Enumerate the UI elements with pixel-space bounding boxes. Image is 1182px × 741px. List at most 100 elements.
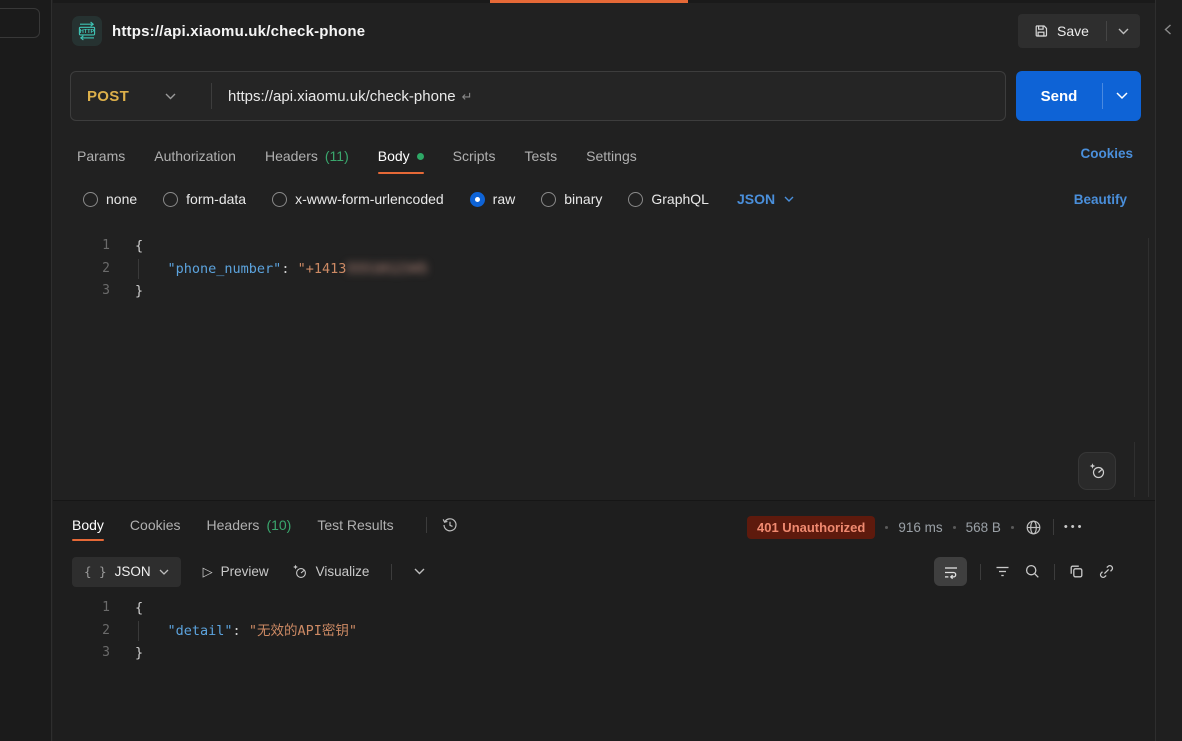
return-glyph: ↵ bbox=[462, 89, 473, 104]
tab-tests[interactable]: Tests bbox=[524, 138, 557, 174]
divider bbox=[426, 517, 427, 533]
radio-label: raw bbox=[493, 191, 516, 207]
line-number: 1 bbox=[53, 235, 110, 258]
radio-label: binary bbox=[564, 191, 602, 207]
braces-icon: { } bbox=[84, 564, 107, 579]
code-line[interactable]: 2 "phone_number": "+14135551012345 bbox=[53, 258, 1147, 281]
code-line[interactable]: 1{ bbox=[53, 235, 1147, 258]
link-icon[interactable] bbox=[1098, 563, 1115, 580]
save-button-main[interactable]: Save bbox=[1018, 14, 1106, 48]
radio-icon bbox=[470, 192, 485, 207]
history-icon[interactable] bbox=[441, 516, 459, 534]
tab-params[interactable]: Params bbox=[77, 138, 125, 174]
collapse-panel-button[interactable] bbox=[1164, 24, 1172, 35]
request-title: https://api.xiaomu.uk/check-phone bbox=[112, 23, 365, 40]
response-format-dropdown[interactable]: { } JSON bbox=[72, 557, 181, 587]
radio-icon bbox=[628, 192, 643, 207]
body-type-raw[interactable]: raw bbox=[470, 191, 516, 207]
body-type-options: none form-data x-www-form-urlencoded raw bin… bbox=[83, 186, 794, 212]
body-type-form-data[interactable]: form-data bbox=[163, 191, 246, 207]
code-line[interactable]: 2 "detail": "无效的API密钥" bbox=[53, 620, 1147, 643]
cookies-link[interactable]: Cookies bbox=[1080, 146, 1133, 161]
code-text: } bbox=[110, 280, 143, 303]
body-type-binary[interactable]: binary bbox=[541, 191, 602, 207]
response-tab-headers[interactable]: Headers(10) bbox=[207, 508, 292, 541]
body-type-none[interactable]: none bbox=[83, 191, 137, 207]
play-icon: ▷ bbox=[203, 564, 213, 580]
body-type-x-www-form-urlencoded[interactable]: x-www-form-urlencoded bbox=[272, 191, 444, 207]
code-line[interactable]: 3} bbox=[53, 642, 1147, 665]
tab-label: Body bbox=[378, 148, 410, 164]
response-tab-body[interactable]: Body bbox=[72, 508, 104, 541]
editor-scrollbar-track-inner bbox=[1134, 442, 1135, 497]
tab-count-badge: (11) bbox=[325, 148, 349, 164]
save-icon bbox=[1033, 23, 1049, 39]
visualize-label: Visualize bbox=[316, 564, 370, 579]
send-button[interactable]: Send bbox=[1016, 71, 1141, 121]
radio-label: none bbox=[106, 191, 137, 207]
code-text: "phone_number": "+14135551012345 bbox=[110, 258, 428, 281]
chevron-down-icon bbox=[1118, 28, 1129, 35]
save-button[interactable]: Save bbox=[1018, 14, 1140, 48]
code-line[interactable]: 3} bbox=[53, 280, 1147, 303]
visualize-button[interactable]: Visualize bbox=[291, 563, 370, 580]
indent-guide bbox=[138, 621, 139, 642]
body-type-graphql[interactable]: GraphQL bbox=[628, 191, 709, 207]
response-size: 568 B bbox=[966, 520, 1001, 535]
left-sidebar bbox=[0, 0, 52, 741]
active-tab-indicator bbox=[490, 0, 688, 3]
radio-icon bbox=[541, 192, 556, 207]
app-window: HTTP https://api.xiaomu.uk/check-phone S… bbox=[0, 0, 1182, 741]
svg-text:HTTP: HTTP bbox=[80, 29, 95, 35]
tab-label: Scripts bbox=[453, 148, 496, 164]
url-input[interactable]: https://api.xiaomu.uk/check-phone↵ bbox=[212, 88, 473, 105]
toolbar-chevron-down-icon[interactable] bbox=[414, 568, 425, 575]
line-number: 2 bbox=[53, 258, 110, 281]
response-tabs-extra bbox=[426, 508, 459, 541]
code-line[interactable]: 1{ bbox=[53, 597, 1147, 620]
raw-format-dropdown[interactable]: JSON bbox=[737, 191, 794, 207]
chevron-down-icon bbox=[165, 93, 176, 100]
line-number: 3 bbox=[53, 280, 110, 303]
preview-label: Preview bbox=[221, 564, 269, 579]
status-badge: 401 Unauthorized bbox=[747, 516, 875, 539]
response-body-editor[interactable]: 1{2 "detail": "无效的API密钥"3} bbox=[53, 597, 1147, 727]
tab-scripts[interactable]: Scripts bbox=[453, 138, 496, 174]
tab-authorization[interactable]: Authorization bbox=[154, 138, 236, 174]
chevron-down-icon bbox=[159, 569, 169, 575]
unsaved-dot-icon bbox=[417, 153, 424, 160]
tab-headers[interactable]: Headers(11) bbox=[265, 138, 349, 174]
divider bbox=[1054, 564, 1055, 580]
network-globe-icon[interactable] bbox=[1024, 518, 1043, 537]
wrap-text-button[interactable] bbox=[934, 557, 967, 586]
more-options-button[interactable]: ••• bbox=[1064, 521, 1085, 533]
method-selector[interactable]: POST bbox=[71, 88, 211, 105]
save-options-button[interactable] bbox=[1107, 14, 1140, 48]
tab-body[interactable]: Body bbox=[378, 138, 424, 174]
save-button-label: Save bbox=[1057, 23, 1089, 39]
response-tab-test-results[interactable]: Test Results bbox=[317, 508, 393, 541]
divider bbox=[980, 564, 981, 580]
response-tab-label: Cookies bbox=[130, 517, 181, 533]
raw-format-label: JSON bbox=[737, 191, 775, 207]
send-button-label: Send bbox=[1016, 88, 1102, 105]
tab-label: Params bbox=[77, 148, 125, 164]
response-time: 916 ms bbox=[898, 520, 942, 535]
filter-icon[interactable] bbox=[994, 563, 1011, 580]
preview-button[interactable]: ▷ Preview bbox=[203, 564, 269, 580]
response-tab-label: Test Results bbox=[317, 517, 393, 533]
response-tab-label: Body bbox=[72, 517, 104, 533]
send-options-button[interactable] bbox=[1103, 92, 1141, 100]
copy-icon[interactable] bbox=[1068, 563, 1085, 580]
request-url-bar: POST https://api.xiaomu.uk/check-phone↵ bbox=[70, 71, 1006, 121]
tab-settings[interactable]: Settings bbox=[586, 138, 637, 174]
code-text: { bbox=[110, 235, 143, 258]
divider bbox=[1053, 519, 1054, 535]
postbot-button[interactable] bbox=[1078, 452, 1116, 490]
response-tab-cookies[interactable]: Cookies bbox=[130, 508, 181, 541]
code-text: } bbox=[110, 642, 143, 665]
beautify-link[interactable]: Beautify bbox=[1074, 192, 1127, 207]
request-body-editor[interactable]: 1{2 "phone_number": "+141355510123453} bbox=[53, 235, 1147, 499]
search-icon[interactable] bbox=[1024, 563, 1041, 580]
separator-dot bbox=[1011, 526, 1014, 529]
